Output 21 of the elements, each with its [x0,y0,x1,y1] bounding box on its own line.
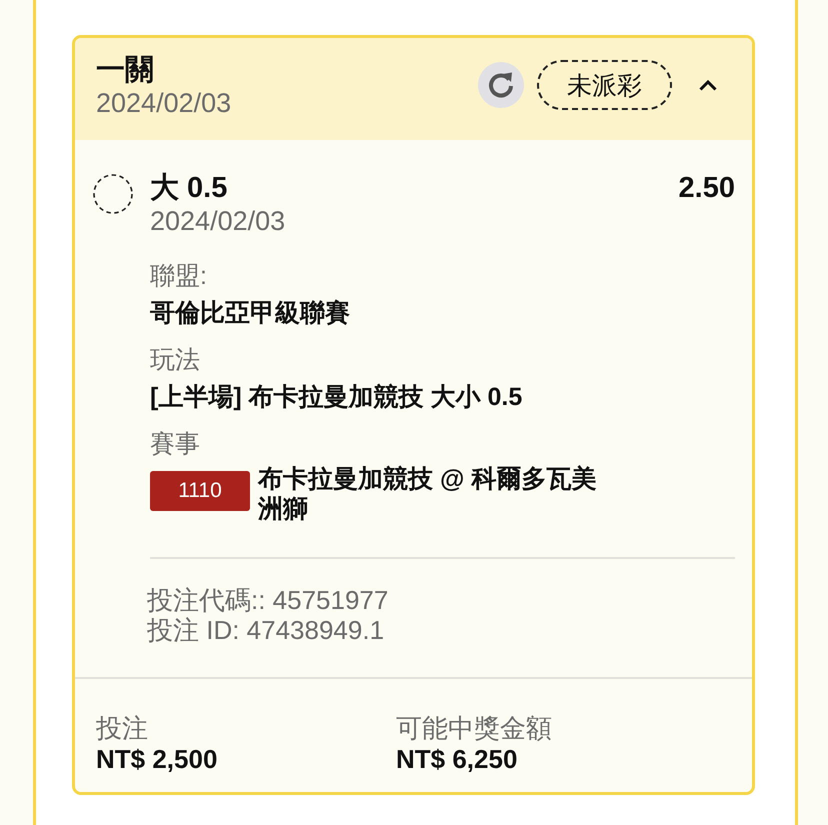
detail-label: 賽事 [150,429,201,460]
detail-label: 玩法 [150,345,201,376]
detail-value: 哥倫比亞甲級聯賽 [150,298,351,329]
status-badge: 未派彩 [537,60,672,110]
caret-icon [699,80,717,90]
summary-label: 投注 [96,712,149,744]
bet-code-text: 投注代碼:: 45751977 [147,585,390,615]
bet-type-title: 一關 [96,53,155,88]
selection-date: 2024/02/03 [150,205,286,237]
bet-date: 2024/02/03 [96,88,232,118]
detail-label: 聯盟: [150,261,208,292]
summary-label: 可能中獎金額 [396,712,553,744]
event-name: 布卡拉曼加競技 @ 科爾多瓦美洲獅 [258,464,598,524]
summary-amount: NT$ 6,250 [396,744,518,774]
summary-amount: NT$ 2,500 [96,744,218,774]
detail-value: [上半場] 布卡拉曼加競技 大小 0.5 [150,382,524,413]
bet-code-text: 投注 ID: 47438949.1 [147,615,386,645]
selection-name: 大 0.5 [150,171,228,205]
event-code-badge: 1110 [150,471,250,511]
refresh-icon[interactable] [478,62,524,108]
odds-value: 2.50 [678,171,735,205]
